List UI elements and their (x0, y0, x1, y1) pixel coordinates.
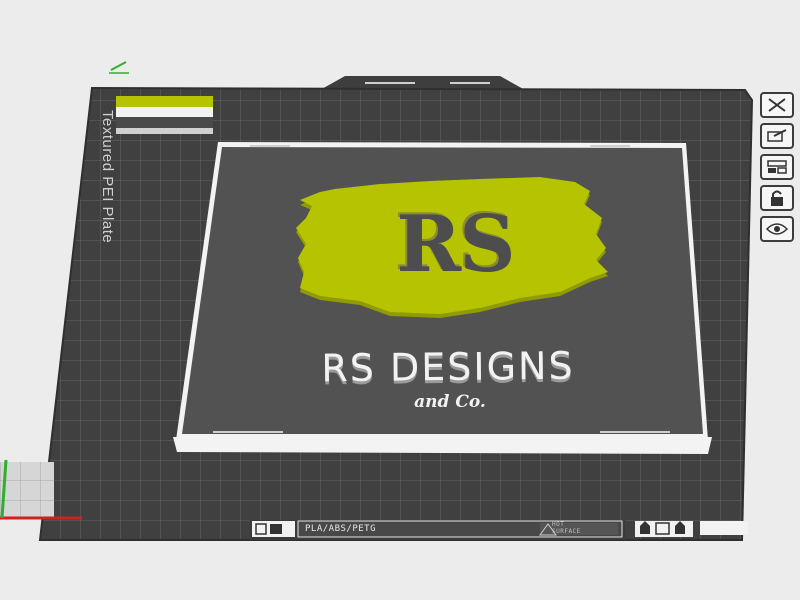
logo-letters: RS (396, 199, 515, 290)
filament-type-label: PLA/ABS/PETG (305, 524, 377, 534)
edit-pencil-icon[interactable] (109, 61, 129, 74)
viewport-3d[interactable]: Textured PEI Plate RS RS DESIGNS and Co.… (0, 0, 800, 600)
eye-icon[interactable] (760, 216, 794, 242)
lock-icon[interactable] (760, 185, 794, 211)
auto-orient-icon[interactable] (760, 123, 794, 149)
model-subtitle: and Co. (414, 392, 486, 412)
model-title: RS DESIGNS (321, 343, 575, 391)
close-icon[interactable] (760, 92, 794, 118)
hot-surface-label: HOT SURFACE (552, 521, 581, 535)
plate-type-label: Textured PEI Plate (99, 110, 116, 244)
filament-swatch (116, 96, 213, 134)
arrange-icon[interactable] (760, 154, 794, 180)
